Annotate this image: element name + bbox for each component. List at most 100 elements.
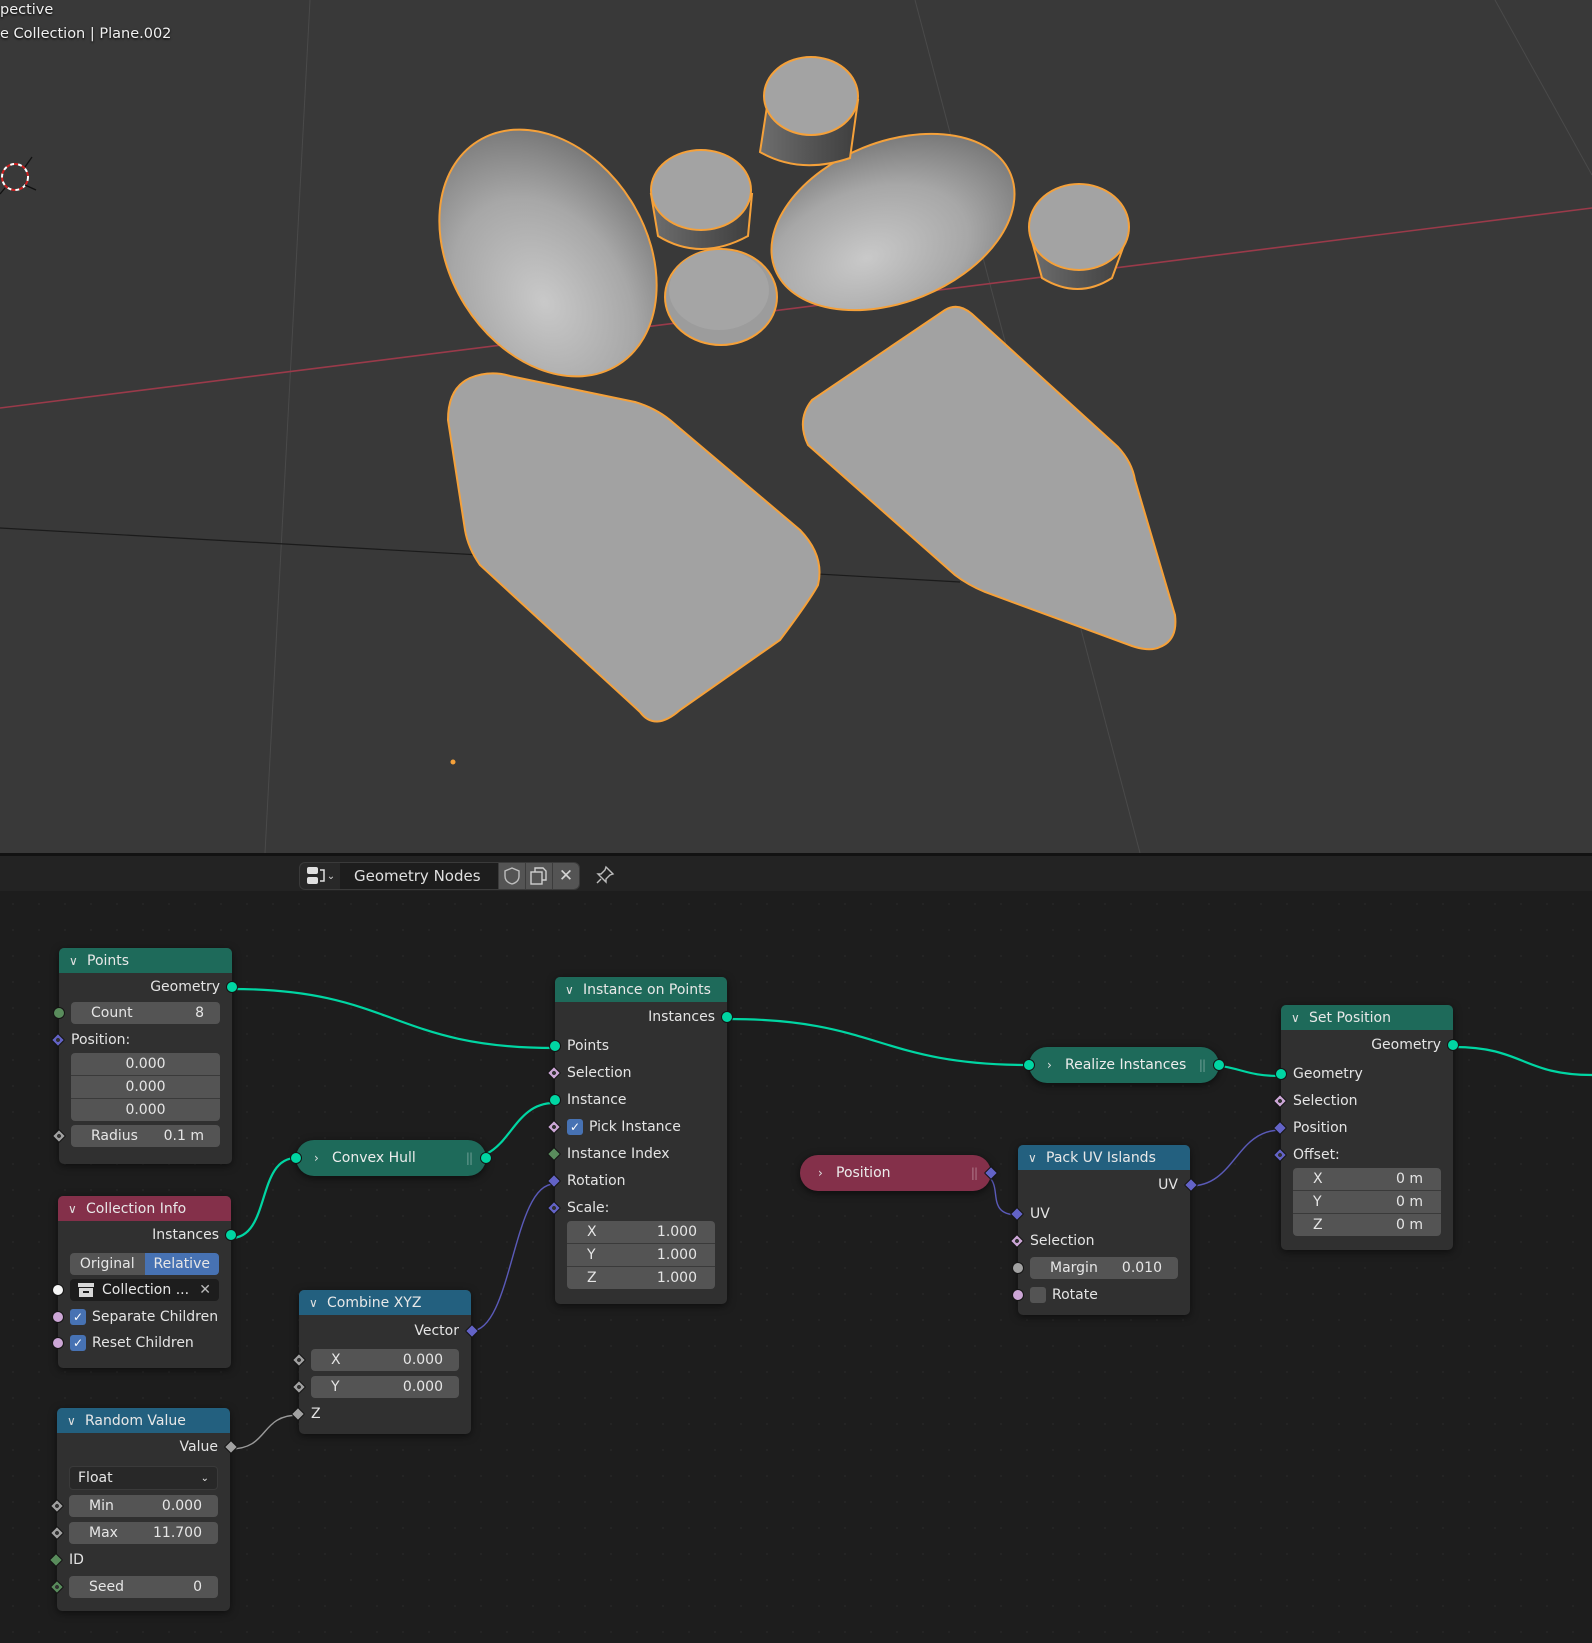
node-set-position[interactable]: ∨ Set Position Geometry Geometry Selectio… — [1272, 1005, 1459, 1250]
chevron-right-icon[interactable]: › — [1047, 1058, 1061, 1072]
mesh-plate[interactable] — [801, 305, 1177, 651]
data-type-dropdown[interactable]: Float ⌄ — [69, 1466, 218, 1490]
node-realize-instances[interactable]: › Realize Instances || — [1023, 1047, 1225, 1083]
chevron-down-icon[interactable]: ∨ — [565, 983, 579, 997]
pick-instance-checkbox[interactable]: ✓ — [567, 1118, 583, 1135]
mesh-pebble[interactable] — [395, 89, 701, 417]
points-input-socket[interactable] — [549, 1039, 561, 1052]
offset-z-field[interactable]: Z 0 m — [1293, 1214, 1441, 1236]
scale-x-field[interactable]: X 1.000 — [567, 1221, 715, 1244]
geometry-input-socket[interactable] — [1023, 1059, 1035, 1071]
geometry-output-socket[interactable] — [1447, 1039, 1459, 1051]
node-tree-name-field[interactable]: Geometry Nodes — [340, 863, 498, 889]
close-icon[interactable]: ✕ — [199, 1282, 211, 1298]
collection-field[interactable]: Collection ... ✕ — [70, 1278, 219, 1301]
offset-x-field[interactable]: X 0 m — [1293, 1168, 1441, 1191]
x-field[interactable]: X 0.000 — [311, 1348, 459, 1371]
node-header[interactable]: ∨ Points — [59, 948, 232, 973]
geometry-input-socket[interactable] — [1275, 1067, 1287, 1080]
margin-field[interactable]: Margin 0.010 — [1030, 1256, 1178, 1279]
unlink-tree-button[interactable]: ✕ — [552, 863, 579, 889]
chevron-down-icon[interactable]: ∨ — [69, 954, 83, 968]
instance-input-socket[interactable] — [549, 1093, 561, 1106]
node-pack-uv-islands[interactable]: ∨ Pack UV Islands UV UV Selection Margin 0… — [1009, 1145, 1199, 1315]
chevron-down-icon[interactable]: ∨ — [309, 1296, 323, 1310]
position-vector-field[interactable]: 0.000 0.000 0.000 — [71, 1053, 220, 1121]
separate-children-checkbox[interactable]: ✓ — [70, 1309, 86, 1325]
fake-user-button[interactable] — [498, 863, 525, 889]
socket-row-geometry: Geometry — [1275, 1060, 1453, 1087]
convex-hull-output-socket[interactable] — [480, 1152, 492, 1164]
geometry-output-socket[interactable] — [226, 980, 238, 993]
transform-relative-button[interactable]: Relative — [144, 1253, 219, 1275]
duplicate-tree-button[interactable] — [525, 863, 552, 889]
position-y-field[interactable]: 0.000 — [71, 1076, 220, 1099]
3d-cursor-icon[interactable] — [0, 156, 37, 195]
offset-y-field[interactable]: Y 0 m — [1293, 1191, 1441, 1214]
collection-box-icon — [78, 1282, 94, 1297]
node-combine-xyz[interactable]: ∨ Combine XYZ Vector X 0.000 Y 0.000 Z — [290, 1290, 480, 1434]
node-collection-info[interactable]: ∨ Collection Info Instances Original Rela… — [52, 1196, 237, 1368]
node-header[interactable]: ∨ Pack UV Islands — [1018, 1145, 1190, 1170]
node-title: Points — [87, 952, 130, 969]
mesh-cone[interactable] — [758, 56, 860, 167]
instances-output-socket[interactable] — [225, 1228, 237, 1241]
scale-z-field[interactable]: Z 1.000 — [567, 1267, 715, 1289]
rotate-input-socket[interactable] — [1012, 1288, 1024, 1301]
geometry-output-socket[interactable] — [1213, 1059, 1225, 1071]
geometry-input-socket[interactable] — [290, 1152, 302, 1164]
transform-original-button[interactable]: Original — [70, 1253, 145, 1275]
seed-field[interactable]: Seed 0 — [69, 1576, 218, 1598]
mesh-cylinder[interactable] — [1028, 183, 1130, 290]
margin-input-socket[interactable] — [1012, 1261, 1024, 1274]
y-field[interactable]: Y 0.000 — [311, 1375, 459, 1398]
3d-viewport[interactable]: pective e Collection | Plane.002 — [0, 0, 1592, 853]
node-tree-selector: ⌄ Geometry Nodes ✕ — [299, 862, 580, 890]
socket-row-instances: Instances — [555, 1002, 733, 1032]
max-field[interactable]: Max 11.700 — [69, 1522, 218, 1544]
radius-field[interactable]: Radius 0.1 m — [71, 1125, 220, 1147]
socket-label: Geometry — [1371, 1037, 1441, 1053]
chevron-right-icon[interactable]: › — [818, 1166, 832, 1180]
reset-children-socket[interactable] — [52, 1337, 64, 1349]
node-canvas[interactable] — [0, 891, 1592, 1643]
node-header[interactable]: ∨ Instance on Points — [555, 977, 727, 1002]
count-field[interactable]: Count 8 — [71, 1002, 220, 1024]
position-x-field[interactable]: 0.000 — [71, 1053, 220, 1076]
node-points[interactable]: ∨ Points Geometry Count 8 Position: 0.000 … — [50, 948, 238, 1164]
chevron-down-icon[interactable]: ∨ — [68, 1202, 82, 1216]
count-input-socket[interactable] — [53, 1007, 65, 1019]
node-instance-on-points[interactable]: ∨ Instance on Points Instances Points Sel… — [546, 977, 733, 1304]
node-random-value[interactable]: ∨ Random Value Value Float ⌄ Min 0.000 Max 1… — [48, 1408, 239, 1611]
field-value: 0.000 — [402, 1378, 443, 1395]
rotate-checkbox[interactable] — [1030, 1286, 1046, 1303]
min-field[interactable]: Min 0.000 — [69, 1495, 218, 1517]
chevron-down-icon[interactable]: ∨ — [1028, 1151, 1042, 1165]
scale-y-field[interactable]: Y 1.000 — [567, 1244, 715, 1267]
position-z-field[interactable]: 0.000 — [71, 1099, 220, 1121]
mesh-plate[interactable] — [446, 372, 821, 723]
mesh-disc[interactable] — [664, 248, 778, 346]
instances-output-socket[interactable] — [721, 1011, 733, 1023]
socket-row-instance: Instance — [549, 1086, 727, 1113]
reset-children-checkbox[interactable]: ✓ — [70, 1335, 86, 1351]
pin-button[interactable] — [592, 862, 618, 888]
chevron-right-icon[interactable]: › — [314, 1151, 328, 1165]
offset-vector-field[interactable]: X 0 m Y 0 m Z 0 m — [1293, 1168, 1441, 1236]
chevron-down-icon[interactable]: ∨ — [67, 1414, 81, 1428]
node-convex-hull[interactable]: › Convex Hull || — [290, 1140, 492, 1176]
scale-vector-field[interactable]: X 1.000 Y 1.000 Z 1.000 — [567, 1221, 715, 1289]
mesh-cylinder[interactable] — [649, 149, 754, 250]
node-header[interactable]: ∨ Combine XYZ — [299, 1290, 471, 1315]
separate-children-socket[interactable] — [52, 1311, 64, 1323]
node-header[interactable]: ∨ Collection Info — [58, 1196, 231, 1221]
node-header[interactable]: ∨ Set Position — [1281, 1005, 1453, 1030]
socket-row-rotation: Rotation — [546, 1167, 727, 1194]
editor-type-button[interactable]: ⌄ — [300, 863, 340, 889]
chevron-down-icon[interactable]: ∨ — [1291, 1011, 1305, 1025]
collection-input-socket[interactable] — [52, 1283, 64, 1296]
socket-label: UV — [1030, 1205, 1050, 1222]
node-position[interactable]: › Position || — [800, 1155, 999, 1191]
node-header[interactable]: ∨ Random Value — [57, 1408, 230, 1433]
socket-label: Geometry — [150, 978, 220, 995]
